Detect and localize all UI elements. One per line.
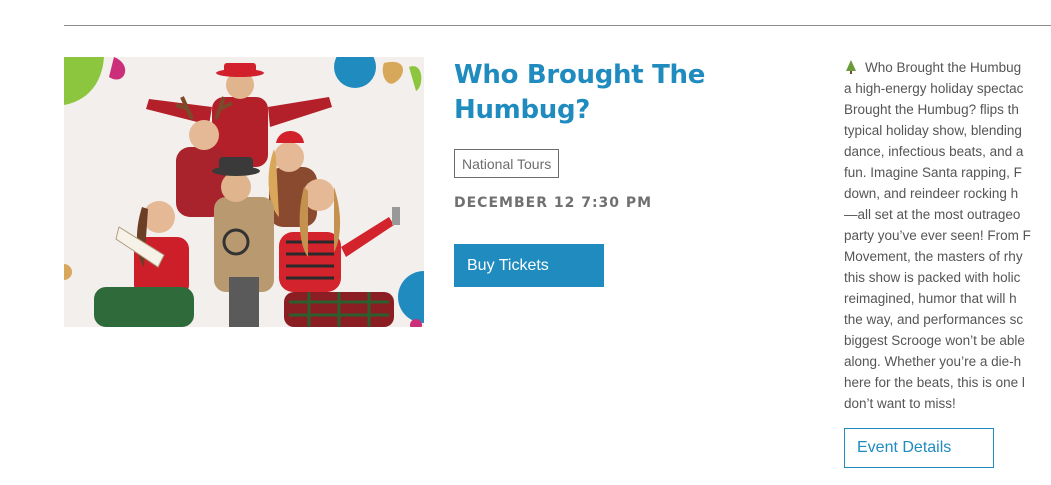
event-description: Who Brought the Humbug a high-energy hol… [844,57,1051,414]
description-line: a high-energy holiday spectac [844,81,1024,96]
description-line: fun. Imagine Santa rapping, F [844,165,1022,180]
section-divider [64,25,1051,26]
category-tag[interactable]: National Tours [454,149,560,178]
event-title[interactable]: Who Brought The Humbug? [454,58,784,128]
buy-tickets-button[interactable]: Buy Tickets [454,244,604,287]
description-line: Movement, the masters of rhy [844,249,1023,264]
description-line: party you’ve ever seen! From F [844,228,1031,243]
description-line: the way, and performances sc [844,312,1024,327]
event-title-line-2[interactable]: Humbug? [454,95,590,125]
description-line: along. Whether you’re a die-h [844,354,1022,369]
event-date: DECEMBER 12 7:30 PM [454,195,653,211]
description-line: here for the beats, this is one l [844,375,1025,390]
event-title-line-1[interactable]: Who Brought The [454,60,705,90]
description-line: this show is packed with holic [844,270,1021,285]
description-line: —all set at the most outrageo [844,207,1021,222]
event-image[interactable] [64,57,424,327]
description-line: don’t want to miss! [844,396,956,411]
description-line: dance, infectious beats, and a [844,144,1024,159]
description-line: down, and reindeer rocking h [844,186,1019,201]
description-line: biggest Scrooge won’t be able [844,333,1025,348]
event-photo [64,57,424,327]
description-line: Brought the Humbug? flips th [844,102,1019,117]
event-details-button[interactable]: Event Details [844,428,994,468]
description-line: typical holiday show, blending [844,123,1022,138]
description-line: Who Brought the Humbug [844,57,1051,78]
description-line: reimagined, humor that will h [844,291,1017,306]
description-line-text: Who Brought the Humbug [865,60,1022,75]
christmas-tree-icon [846,60,856,74]
